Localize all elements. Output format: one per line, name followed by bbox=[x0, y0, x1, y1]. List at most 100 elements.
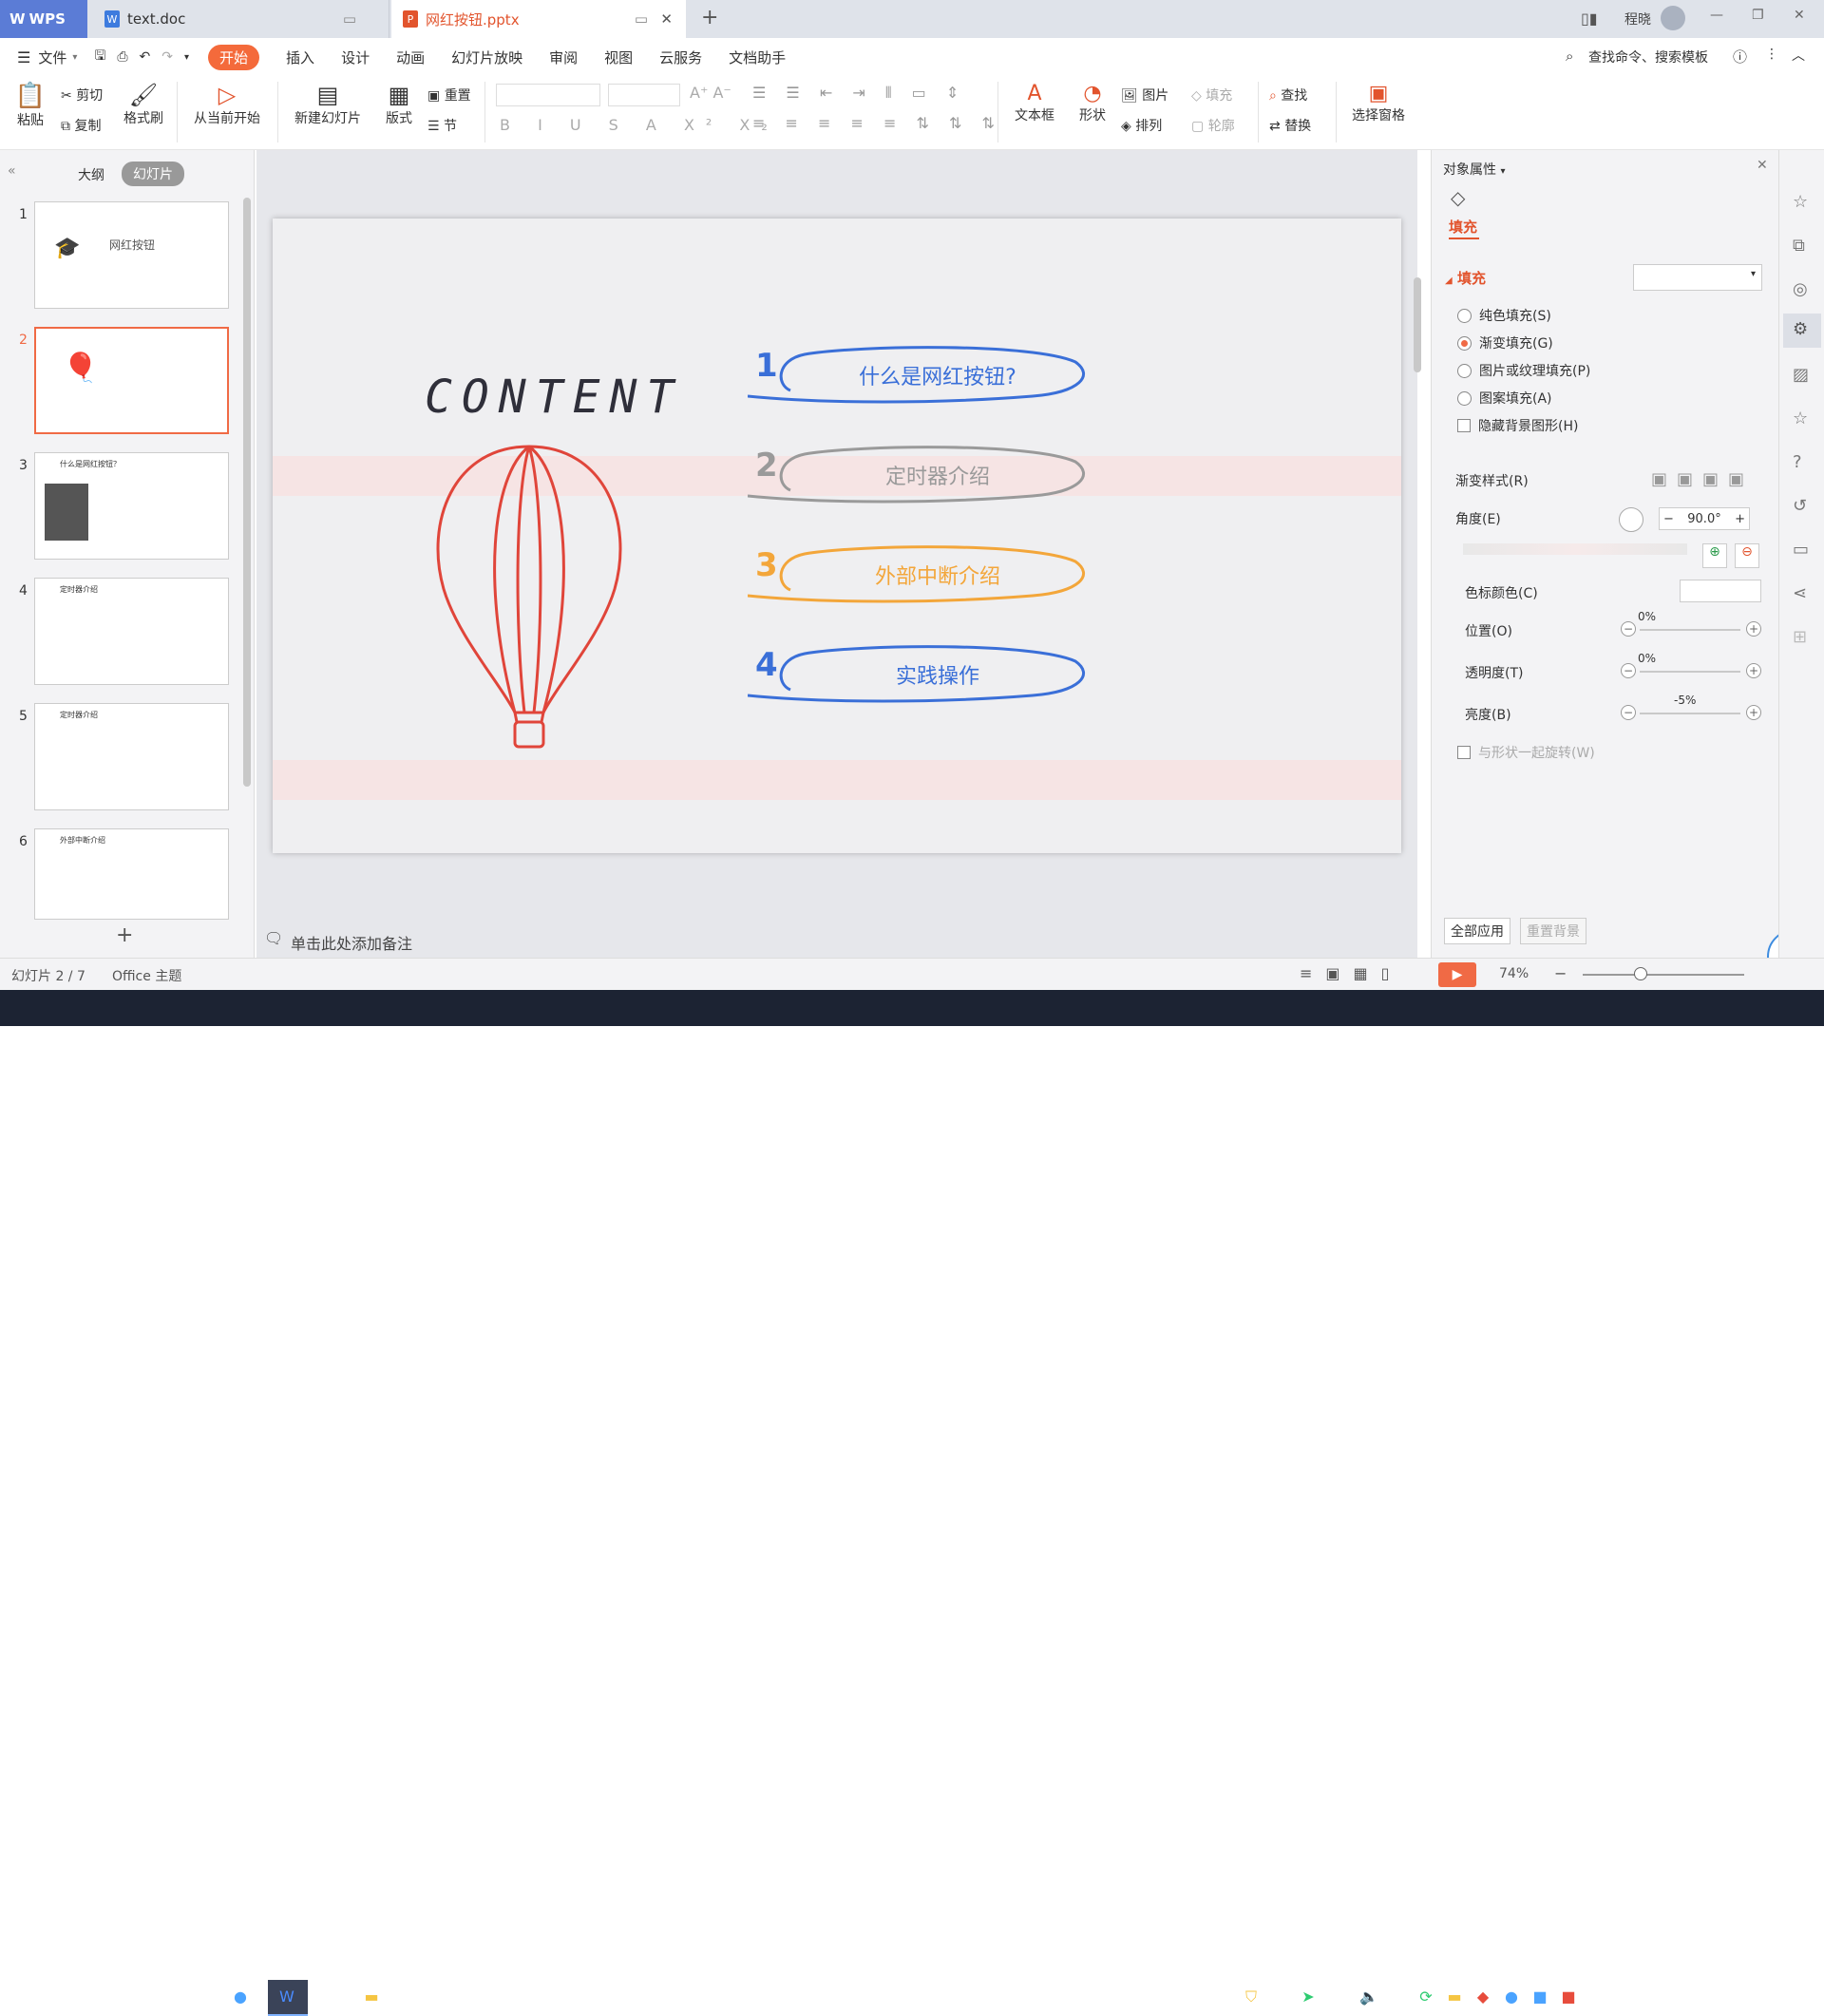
fill-section-header[interactable]: ◢ 填充 bbox=[1445, 268, 1486, 288]
cortana-icon[interactable]: ○ bbox=[95, 1987, 116, 2008]
agenda-item[interactable]: 4 实践操作 bbox=[748, 637, 1090, 709]
people-icon[interactable]: ⚇ bbox=[1203, 1987, 1224, 2008]
pane-title[interactable]: 对象属性 ▾ bbox=[1443, 160, 1505, 179]
fill-color-select[interactable]: ▾ bbox=[1633, 264, 1762, 291]
search-icon[interactable]: ⌕ bbox=[1566, 48, 1573, 65]
archive-icon[interactable]: ▭ bbox=[1793, 540, 1809, 560]
collapse-pane-icon[interactable]: « bbox=[8, 163, 16, 179]
reset-button[interactable]: ▣ 重置 bbox=[428, 86, 471, 105]
angle-stepper[interactable]: −90.0° + bbox=[1659, 507, 1750, 530]
folder-icon[interactable]: ▬ bbox=[361, 1987, 382, 2008]
agenda-item[interactable]: 2 定时器介绍 bbox=[748, 437, 1090, 509]
fill-button[interactable]: ◇ 填充 bbox=[1191, 86, 1232, 105]
menu-file[interactable]: 文件 bbox=[38, 48, 66, 67]
tray-icon[interactable]: ■ bbox=[1558, 1987, 1579, 2008]
arrange-button[interactable]: ◈ 排列 bbox=[1121, 116, 1162, 135]
notes-placeholder[interactable]: 单击此处添加备注 bbox=[291, 931, 412, 954]
decrement-icon[interactable]: − bbox=[1621, 663, 1636, 678]
rotate-with-shape-checkbox[interactable]: 与形状一起旋转(W) bbox=[1457, 743, 1595, 762]
cut-button[interactable]: ✂ 剪切 bbox=[61, 86, 103, 105]
slide-2[interactable]: CONTENT 1 什么是网红按钮? 2 定时器介绍 3 外部中断介绍 4 实践操作 bbox=[273, 219, 1401, 853]
close-pane-icon[interactable]: ✕ bbox=[1757, 158, 1768, 173]
app-icon[interactable]: ✦ bbox=[317, 1987, 338, 2008]
wifi-icon[interactable]: ◠ bbox=[1615, 1987, 1636, 2008]
apply-all-button[interactable]: 全部应用 bbox=[1444, 918, 1510, 944]
from-current-button[interactable]: ▷ 从当前开始 bbox=[186, 82, 268, 127]
monitor-icon[interactable]: ▭ bbox=[635, 10, 648, 28]
align-icons[interactable]: ≡ ≡ ≡ ≡ ≡ ⇅ ⇅ ⇅ bbox=[752, 114, 1002, 132]
menu-cloud[interactable]: 云服务 bbox=[659, 48, 702, 67]
tab-pptx[interactable]: P 网红按钮.pptx ▭ ✕ bbox=[391, 0, 686, 38]
play-slideshow-button[interactable]: ▶ bbox=[1438, 962, 1476, 987]
menu-animation[interactable]: 动画 bbox=[396, 48, 425, 67]
help-icon[interactable]: ? bbox=[1793, 452, 1802, 472]
zoom-out-icon[interactable]: − bbox=[1554, 964, 1567, 982]
ime-indicator[interactable]: 中 bbox=[1644, 1989, 1657, 2008]
shield-icon[interactable]: ⛉ bbox=[1241, 1987, 1262, 2008]
battery-icon[interactable]: ▭ bbox=[1586, 1987, 1607, 2008]
shape-props-icon[interactable]: ◎ bbox=[1793, 279, 1808, 299]
list-icons[interactable]: ☰ ☰ ⇤ ⇥ ⫴ ▭ ⇕ bbox=[752, 84, 966, 103]
outline-button[interactable]: ▢ 轮廓 bbox=[1191, 116, 1235, 135]
theme-name[interactable]: Office 主题 bbox=[112, 966, 181, 985]
shape-button[interactable]: ◔ 形状 bbox=[1072, 82, 1113, 124]
picture-button[interactable]: 🖼 图片 bbox=[1121, 86, 1168, 105]
slide-thumb-6[interactable]: 外部中断介绍 bbox=[34, 828, 229, 920]
sync-icon[interactable]: ⟳ bbox=[1416, 1987, 1436, 2008]
brightness-slider[interactable] bbox=[1640, 713, 1740, 714]
layout-icon[interactable]: ▯▮ bbox=[1581, 10, 1598, 28]
format-painter-button[interactable]: 🖌 格式刷 bbox=[122, 82, 165, 127]
stop-color-select[interactable] bbox=[1680, 580, 1761, 602]
add-stop-icon[interactable]: ⊕ bbox=[1702, 543, 1727, 568]
save-icon[interactable]: 🖫 bbox=[94, 46, 105, 68]
agenda-item[interactable]: 3 外部中断介绍 bbox=[748, 537, 1090, 609]
hamburger-icon[interactable]: ☰ bbox=[17, 48, 30, 67]
app-icon[interactable]: ● bbox=[230, 1987, 251, 2008]
undo-icon[interactable]: ↶ bbox=[140, 49, 151, 65]
slide-thumb-2[interactable]: 🎈 bbox=[34, 327, 229, 434]
zoom-level[interactable]: 74% bbox=[1499, 966, 1529, 981]
section-button[interactable]: ☰ 节 bbox=[428, 116, 457, 135]
tray-icon[interactable]: ● bbox=[1501, 1987, 1522, 2008]
minimize-icon[interactable]: — bbox=[1710, 8, 1723, 23]
printer-icon[interactable]: ⎙ bbox=[1330, 1987, 1351, 2008]
help-icon[interactable]: ⓘ bbox=[1733, 47, 1747, 67]
image-icon[interactable]: ▨ bbox=[1793, 365, 1809, 385]
increment-icon[interactable]: + bbox=[1746, 663, 1761, 678]
new-slide-button[interactable]: ▤ 新建幻灯片 bbox=[287, 82, 369, 127]
calculator-icon[interactable]: ▦ bbox=[186, 1987, 207, 2008]
gradient-fill-option[interactable]: 渐变填充(G) bbox=[1457, 333, 1553, 352]
canvas-scrollbar[interactable] bbox=[1414, 163, 1421, 838]
tray-icon[interactable]: ▬ bbox=[1444, 1987, 1465, 2008]
tab-outline[interactable]: 大纲 bbox=[78, 165, 104, 184]
tray-icon[interactable]: ◆ bbox=[1472, 1987, 1493, 2008]
slide-thumb-1[interactable]: 网红按钮 🎓 bbox=[34, 201, 229, 309]
copy-button[interactable]: ⧉ 复制 bbox=[61, 116, 101, 135]
avatar[interactable] bbox=[1661, 6, 1685, 30]
transparency-slider[interactable] bbox=[1640, 671, 1740, 673]
decrement-icon[interactable]: − bbox=[1621, 705, 1636, 720]
hide-background-checkbox[interactable]: 隐藏背景图形(H) bbox=[1457, 416, 1578, 435]
slide-thumb-4[interactable]: 定时器介绍 bbox=[34, 578, 229, 685]
view-mode-icons[interactable]: ≡▣▦▯ bbox=[1300, 964, 1402, 982]
mic-icon[interactable]: 🎙 bbox=[1269, 1987, 1290, 2008]
restore-icon[interactable]: ❐ bbox=[1752, 8, 1764, 23]
angle-dial[interactable] bbox=[1619, 507, 1644, 532]
more-icon[interactable]: ⋮ bbox=[1765, 47, 1778, 62]
replace-button[interactable]: ⇄ 替换 bbox=[1269, 116, 1311, 135]
arrow-icon[interactable]: ➤ bbox=[1298, 1987, 1319, 2008]
font-name-select[interactable] bbox=[496, 84, 600, 106]
transform-icon[interactable]: ⧉ bbox=[1793, 236, 1805, 256]
command-search[interactable]: 查找命令、搜索模板 bbox=[1588, 48, 1708, 67]
grid-icon[interactable]: ⊞ bbox=[1793, 627, 1807, 647]
menu-design[interactable]: 设计 bbox=[341, 48, 370, 67]
wps-home-tab[interactable]: W WPS bbox=[0, 0, 87, 38]
tab-slides[interactable]: 幻灯片 bbox=[122, 162, 184, 186]
collapse-ribbon-icon[interactable]: ︿ bbox=[1792, 46, 1805, 65]
clock[interactable]: 11:42 bbox=[1716, 1989, 1754, 2005]
font-size-increase-icon[interactable]: A⁺ A⁻ bbox=[690, 84, 732, 102]
decrement-icon[interactable]: − bbox=[1663, 512, 1674, 526]
properties-icon[interactable]: ⚙ bbox=[1783, 314, 1821, 348]
zoom-slider[interactable] bbox=[1583, 974, 1744, 976]
remove-stop-icon[interactable]: ⊖ bbox=[1735, 543, 1759, 568]
